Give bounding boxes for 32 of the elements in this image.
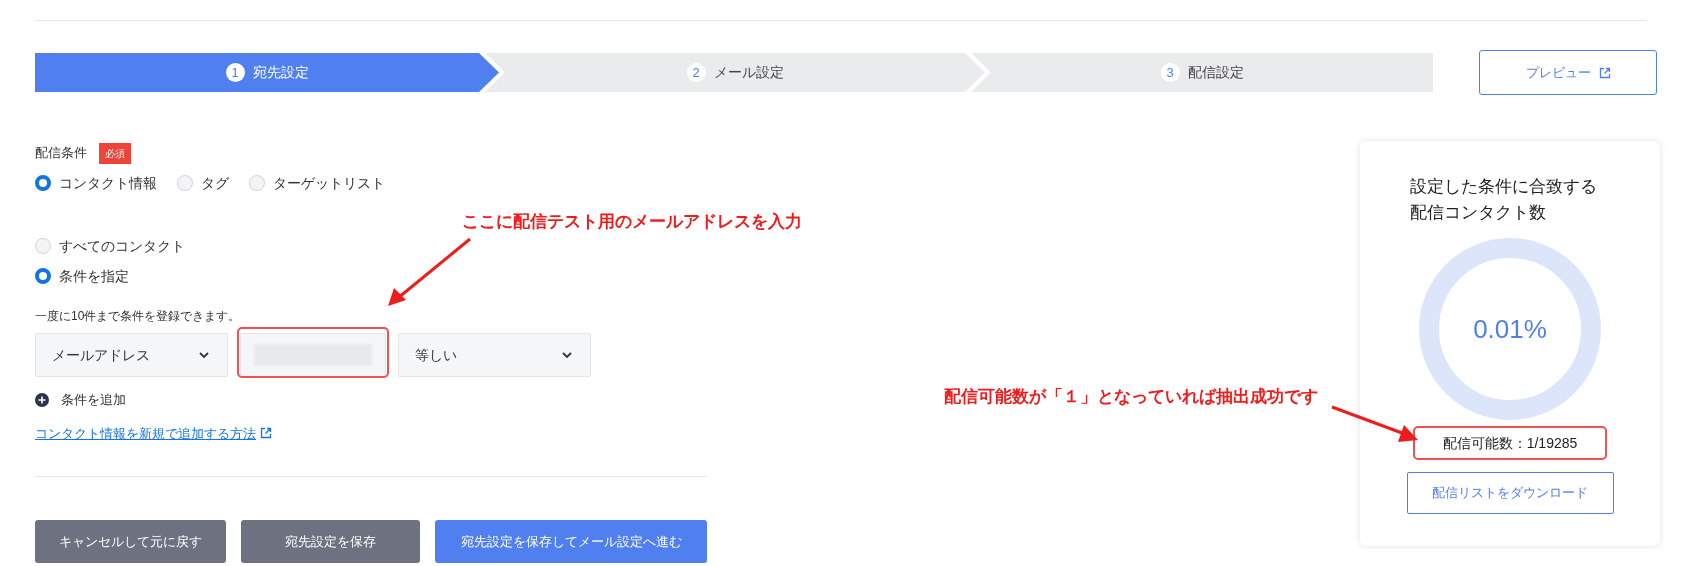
external-link-icon (260, 427, 272, 440)
add-condition-button[interactable]: 条件を追加 (35, 390, 126, 410)
annotation-text: 配信可能数が「１」となっていれば抽出成功です (944, 386, 1318, 408)
annotation-text: ここに配信テスト用のメールアドレスを入力 (462, 211, 802, 233)
section-label: 配信条件 (35, 144, 87, 163)
preview-button[interactable]: プレビュー (1479, 50, 1657, 95)
action-button[interactable]: 宛先設定を保存 (241, 520, 420, 563)
radio-option[interactable]: すべてのコンタクト (35, 235, 185, 257)
radio-option[interactable]: タグ (177, 172, 229, 194)
radio-option[interactable]: ターゲットリスト (249, 172, 385, 194)
operator-select[interactable]: 等しい (398, 333, 591, 377)
required-badge: 必須 (99, 142, 131, 164)
percent-value: 0.01% (1473, 314, 1547, 344)
radio-button[interactable] (35, 268, 51, 284)
radio-button[interactable] (35, 175, 51, 191)
arrow-icon (1330, 404, 1420, 444)
step-tab[interactable]: 1 宛先設定 (35, 53, 499, 92)
radio-option[interactable]: コンタクト情報 (35, 172, 157, 194)
action-button[interactable]: キャンセルして元に戻す (35, 520, 226, 563)
value-input[interactable] (240, 333, 386, 377)
action-button[interactable]: 宛先設定を保存してメール設定へ進む (435, 520, 707, 563)
radio-option[interactable]: 条件を指定 (35, 265, 129, 287)
hint-text: 一度に10件まで条件を登録できます。 (35, 308, 242, 325)
field-select[interactable]: メールアドレス (35, 333, 228, 377)
summary-title: 設定した条件に合致する 配信コンタクト数 (1410, 176, 1598, 224)
download-button[interactable]: 配信リストをダウンロード (1406, 472, 1614, 514)
available-count: 配信可能数：1/19285 (1442, 434, 1578, 452)
step-tab[interactable]: 2 メール設定 (485, 53, 985, 92)
plus-circle-icon (35, 392, 49, 407)
arrow-icon (386, 236, 474, 308)
external-link-icon (1598, 66, 1611, 79)
step-tab[interactable]: 3 配信設定 (971, 53, 1433, 92)
